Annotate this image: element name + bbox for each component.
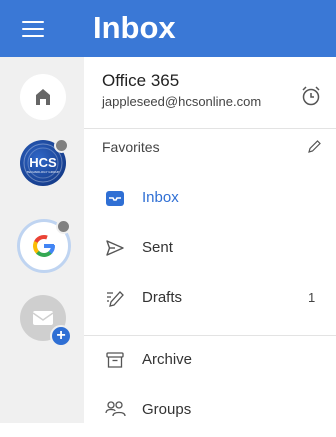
top-bar: Inbox [0, 0, 336, 57]
home-account-avatar[interactable] [20, 74, 66, 120]
nav-label-sent: Sent [142, 239, 173, 256]
inbox-icon [106, 191, 124, 206]
alarm-clock-icon[interactable] [300, 85, 322, 107]
nav-item-groups[interactable]: Groups [84, 387, 336, 437]
plus-icon[interactable]: + [50, 325, 72, 347]
nav-label-archive: Archive [142, 351, 193, 368]
nav-label-groups: Groups [142, 401, 192, 418]
drafts-icon [107, 291, 124, 307]
nav-item-drafts[interactable]: Drafts 1 [84, 275, 336, 325]
status-dot [56, 219, 71, 234]
add-mail-account-avatar[interactable]: + [20, 295, 72, 347]
menu-icon[interactable] [22, 20, 44, 38]
account-name: Office 365 [102, 71, 180, 90]
hcs-logo-text: HCS [29, 155, 57, 170]
home-icon [36, 89, 50, 105]
page-title: Inbox [93, 10, 176, 45]
status-dot [54, 138, 69, 153]
divider [84, 128, 336, 129]
hcs-logo-subtext: TECHNOLOGY GROUP [27, 170, 60, 174]
account-rail: HCS TECHNOLOGY GROUP + [0, 57, 84, 423]
nav-label-inbox: Inbox [142, 189, 179, 206]
nav-item-sent[interactable]: Sent [84, 225, 336, 275]
favorites-title: Favorites [102, 139, 160, 155]
archive-icon [106, 352, 124, 368]
edit-pencil-icon[interactable] [306, 139, 322, 155]
groups-icon [105, 401, 126, 417]
sent-icon [106, 240, 124, 256]
hcs-account-avatar[interactable]: HCS TECHNOLOGY GROUP [20, 138, 69, 186]
google-account-avatar[interactable] [17, 219, 71, 273]
nav-item-inbox[interactable]: Inbox [84, 175, 336, 225]
nav-item-archive[interactable]: Archive [84, 337, 336, 387]
folder-pane: Office 365 jappleseed@hcsonline.com Favo… [84, 57, 336, 423]
drafts-count-badge: 1 [308, 290, 316, 305]
nav-label-drafts: Drafts [142, 289, 183, 306]
divider [84, 335, 336, 336]
account-email: jappleseed@hcsonline.com [102, 94, 262, 109]
